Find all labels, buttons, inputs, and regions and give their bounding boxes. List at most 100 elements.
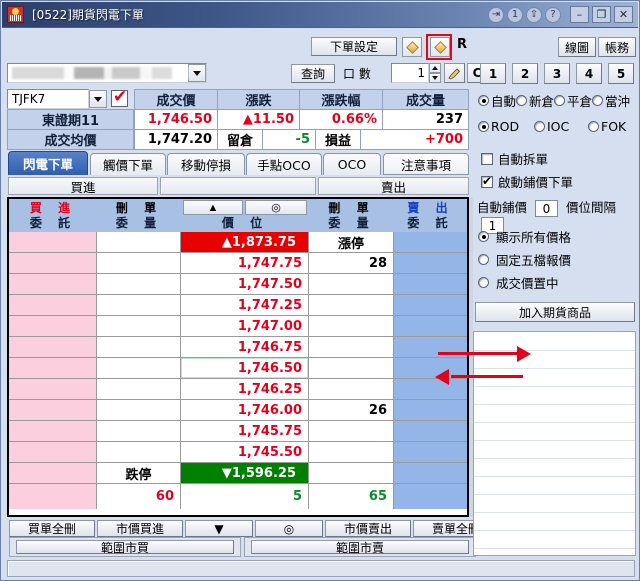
radio-rod[interactable]: ROD bbox=[478, 119, 534, 134]
range-market-buy-button[interactable]: 範圍市買 bbox=[16, 540, 234, 555]
display-mode-five-tier-row[interactable]: 固定五檔報價 bbox=[478, 250, 571, 269]
cell-sell-order[interactable] bbox=[394, 421, 467, 442]
display-mode-center-row[interactable]: 成交價置中 bbox=[478, 273, 559, 292]
quantity-input[interactable]: 1 bbox=[391, 63, 429, 83]
cell-cancel-sell[interactable] bbox=[309, 463, 394, 484]
cell-sell-order[interactable] bbox=[394, 295, 467, 316]
cell-cancel-buy[interactable] bbox=[97, 442, 181, 463]
cell-cancel-sell[interactable] bbox=[309, 274, 394, 295]
symbol-checkbox[interactable]: ✔ bbox=[111, 87, 128, 107]
cell-cancel-sell[interactable]: 漲停 bbox=[309, 232, 394, 253]
ladder-row[interactable]: 1,747.50 bbox=[9, 274, 467, 295]
buy-header-bar[interactable]: 買進 bbox=[8, 177, 158, 195]
range-buy-container[interactable]: 範圍市買 bbox=[9, 537, 241, 557]
middle-header-bar[interactable] bbox=[160, 177, 316, 195]
cell-sell-order[interactable] bbox=[394, 232, 467, 253]
tab-oco[interactable]: OCO bbox=[323, 153, 381, 175]
display-mode-show-all-row[interactable]: 顯示所有價格 bbox=[478, 227, 571, 246]
preset-button-3[interactable]: 3 bbox=[544, 63, 570, 84]
radio-show-all-prices[interactable]: 顯示所有價格 bbox=[478, 227, 571, 246]
cell-sell-order[interactable] bbox=[394, 400, 467, 421]
cell-cancel-buy-limit-down-label[interactable]: 跌停 bbox=[97, 463, 181, 484]
scroll-down-button[interactable]: ▼ bbox=[185, 520, 253, 537]
ladder-row[interactable]: 1,747.75 28 bbox=[9, 253, 467, 274]
cell-cancel-sell[interactable] bbox=[309, 358, 394, 379]
ladder-row[interactable]: 1,747.00 bbox=[9, 316, 467, 337]
preset-button-4[interactable]: 4 bbox=[576, 63, 602, 84]
cell-price-limit-down[interactable]: ▼1,596.25 bbox=[181, 463, 309, 484]
ladder-row[interactable]: 跌停 ▼1,596.25 bbox=[9, 463, 467, 484]
quantity-stepper[interactable] bbox=[429, 63, 441, 83]
cell-buy-order[interactable] bbox=[9, 253, 97, 274]
help-icon[interactable]: ? bbox=[545, 6, 561, 23]
radio-close-position[interactable]: 平倉 bbox=[554, 91, 592, 110]
range-sell-container[interactable]: 範圍市賣 bbox=[244, 537, 476, 557]
cell-cancel-buy[interactable] bbox=[97, 337, 181, 358]
cell-cancel-sell[interactable] bbox=[309, 337, 394, 358]
market-sell-button[interactable]: 市價賣出 bbox=[325, 520, 411, 537]
diamond-icon-button-1[interactable] bbox=[402, 37, 422, 57]
cell-buy-order[interactable] bbox=[9, 442, 97, 463]
radio-fok[interactable]: FOK bbox=[588, 119, 626, 134]
export-icon[interactable]: ⇥ bbox=[488, 6, 504, 23]
ladder-row[interactable]: 1,746.50 bbox=[9, 358, 467, 379]
ladder-row[interactable]: 1,745.50 bbox=[9, 442, 467, 463]
cell-price[interactable]: 1,746.25 bbox=[181, 379, 309, 400]
cell-buy-order[interactable] bbox=[9, 337, 97, 358]
tab-notice[interactable]: 注意事項 bbox=[383, 153, 469, 175]
cell-cancel-sell[interactable] bbox=[309, 421, 394, 442]
cell-cancel-buy[interactable] bbox=[97, 400, 181, 421]
cell-price[interactable]: 1,745.50 bbox=[181, 442, 309, 463]
cell-buy-order[interactable] bbox=[9, 295, 97, 316]
cell-price[interactable]: 1,746.00 bbox=[181, 400, 309, 421]
minimize-button[interactable]: – bbox=[570, 6, 589, 23]
preset-button-2[interactable]: 2 bbox=[512, 63, 538, 84]
cell-cancel-sell[interactable]: 28 bbox=[309, 253, 394, 274]
radio-ioc[interactable]: IOC bbox=[534, 119, 588, 134]
cell-buy-order[interactable] bbox=[9, 421, 97, 442]
tab-manual-oco[interactable]: 手點OCO bbox=[246, 153, 322, 175]
cell-cancel-sell[interactable] bbox=[309, 316, 394, 337]
order-setting-button[interactable]: 下單設定 bbox=[311, 37, 397, 56]
cell-price[interactable]: 1,746.75 bbox=[181, 337, 309, 358]
product-list-grid[interactable] bbox=[473, 331, 636, 556]
sell-header-bar[interactable]: 賣出 bbox=[318, 177, 469, 195]
cell-price[interactable]: 1,747.00 bbox=[181, 316, 309, 337]
cell-buy-order[interactable] bbox=[9, 463, 97, 484]
cell-cancel-buy[interactable] bbox=[97, 358, 181, 379]
symbol-chevron-down-icon[interactable] bbox=[89, 90, 107, 108]
popout-icon[interactable]: ⇪ bbox=[526, 6, 542, 23]
auto-split-checkbox-row[interactable]: 自動拆單 bbox=[481, 149, 548, 168]
cell-sell-order[interactable] bbox=[394, 442, 467, 463]
close-button[interactable]: ✕ bbox=[614, 6, 633, 23]
quantity-increment[interactable] bbox=[429, 63, 441, 73]
quantity-decrement[interactable] bbox=[429, 73, 441, 83]
symbol-code-input[interactable]: TJFK7 bbox=[7, 89, 89, 109]
cell-cancel-buy[interactable] bbox=[97, 295, 181, 316]
radio-center-last-price[interactable]: 成交價置中 bbox=[478, 273, 559, 292]
cell-cancel-buy[interactable] bbox=[97, 232, 181, 253]
account-select[interactable] bbox=[7, 63, 207, 83]
cell-cancel-buy[interactable] bbox=[97, 274, 181, 295]
cancel-all-buy-button[interactable]: 買單全刪 bbox=[9, 520, 95, 537]
radio-day-trade[interactable]: 當沖 bbox=[592, 91, 630, 110]
cell-price[interactable]: 1,747.25 bbox=[181, 295, 309, 316]
cell-buy-order[interactable] bbox=[9, 358, 97, 379]
market-buy-button[interactable]: 市價買進 bbox=[97, 520, 183, 537]
cell-buy-order[interactable] bbox=[9, 379, 97, 400]
cell-price-last-traded[interactable]: 1,746.50 bbox=[181, 358, 309, 379]
tab-trigger-order[interactable]: 觸價下單 bbox=[90, 153, 166, 175]
range-market-sell-button[interactable]: 範圍市賣 bbox=[251, 540, 469, 555]
account-button[interactable]: 帳務 bbox=[598, 37, 636, 57]
cell-price[interactable]: 1,747.50 bbox=[181, 274, 309, 295]
radio-fixed-five-tier[interactable]: 固定五檔報價 bbox=[478, 250, 571, 269]
cell-price[interactable]: 1,745.75 bbox=[181, 421, 309, 442]
tab-trailing-stop[interactable]: 移動停損 bbox=[167, 153, 245, 175]
line-chart-button[interactable]: 線圖 bbox=[558, 37, 596, 57]
auto-split-checkbox[interactable]: 自動拆單 bbox=[481, 149, 548, 168]
cell-sell-order[interactable] bbox=[394, 274, 467, 295]
ladder-row[interactable]: 1,746.75 bbox=[9, 337, 467, 358]
r-mode-label[interactable]: R bbox=[454, 37, 470, 56]
cell-cancel-buy[interactable] bbox=[97, 379, 181, 400]
price-scroll-up-button[interactable]: ▲ bbox=[183, 200, 243, 215]
